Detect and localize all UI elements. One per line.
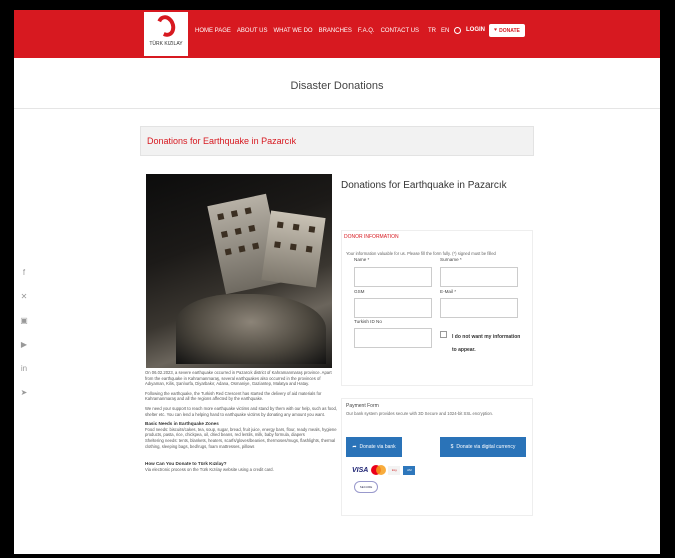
- payment-note: Our bank system provides secure with 3D …: [346, 411, 493, 416]
- donor-note: Your information valuable for us. Please…: [346, 251, 496, 256]
- mastercard-icon: [371, 465, 387, 475]
- donate-button[interactable]: ♥ DONATE: [489, 24, 525, 37]
- share-icon: ➦: [352, 444, 357, 450]
- nav-home[interactable]: HOME PAGE: [195, 28, 231, 34]
- needs-food: Food needs: biscuits/cakes, tea, soup, s…: [145, 426, 337, 438]
- dollar-icon: $: [450, 444, 454, 450]
- nav-about[interactable]: ABOUT US: [237, 28, 268, 34]
- secure-badge: SECURE: [354, 481, 378, 493]
- site-header: TÜRK KIZILAY HOME PAGE ABOUT US WHAT WE …: [14, 10, 660, 58]
- name-input[interactable]: [354, 267, 432, 287]
- crescent-icon: [153, 12, 179, 40]
- instagram-icon[interactable]: ▣: [20, 316, 28, 326]
- article-body: On 06.02.2023, a severe earthquake occur…: [145, 370, 337, 476]
- tc-input[interactable]: [354, 328, 432, 348]
- nav-contact[interactable]: CONTACT US: [381, 28, 419, 34]
- donate-bank-button[interactable]: ➦ Donate via bank: [346, 437, 402, 457]
- main-nav: HOME PAGE ABOUT US WHAT WE DO BRANCHES F…: [195, 28, 419, 34]
- browser-page: TÜRK KIZILAY HOME PAGE ABOUT US WHAT WE …: [14, 10, 660, 554]
- lang-tr[interactable]: TR: [428, 28, 436, 34]
- linkedin-icon[interactable]: in: [20, 364, 28, 374]
- amex-icon: AM: [403, 465, 416, 475]
- email-input[interactable]: [440, 298, 518, 318]
- section-title: Donations for Earthquake in Pazarcık: [147, 136, 297, 146]
- kizilay-logo[interactable]: TÜRK KIZILAY: [144, 12, 188, 56]
- article-paragraph: We need your support to reach more earth…: [145, 405, 337, 417]
- payment-heading: Payment Form: [346, 403, 379, 409]
- anonymous-label: I do not want my information to appear.: [452, 334, 521, 353]
- logo-text: TÜRK KIZILAY: [149, 41, 183, 47]
- gsm-input[interactable]: [354, 298, 432, 318]
- page-title: Disaster Donations: [290, 80, 384, 92]
- visa-logo: VISA: [352, 466, 369, 474]
- form-title: Donations for Earthquake in Pazarcık: [341, 180, 507, 191]
- divider: [14, 108, 660, 109]
- donate-crypto-button[interactable]: $ Donate via digital currency: [440, 437, 526, 457]
- earthquake-photo: [146, 174, 332, 368]
- article-paragraph: Following the earthquake, the Turkish Re…: [145, 390, 322, 402]
- email-label: E-Mail *: [440, 289, 457, 294]
- donate-label: DONATE: [499, 27, 520, 34]
- donor-heading: DONOR INFORMATION: [344, 234, 399, 240]
- card-logos: VISA troy AM: [352, 465, 416, 475]
- facebook-icon[interactable]: f: [20, 268, 28, 278]
- name-label: Name *: [354, 257, 370, 262]
- header-tools: TR EN: [428, 27, 462, 34]
- lang-en[interactable]: EN: [441, 28, 449, 34]
- gsm-label: GSM: [354, 289, 365, 294]
- surname-label: Surname *: [440, 257, 462, 262]
- nav-branches[interactable]: BRANCHES: [319, 28, 352, 34]
- telegram-icon[interactable]: ➤: [20, 388, 28, 398]
- search-icon[interactable]: [454, 27, 462, 34]
- surname-input[interactable]: [440, 267, 518, 287]
- nav-faq[interactable]: F.A.Q.: [358, 28, 375, 34]
- heart-icon: ♥: [494, 27, 498, 33]
- troy-icon: troy: [388, 465, 401, 475]
- tc-label: Turkish ID No: [354, 319, 382, 324]
- payment-form: Payment Form Our bank system provides se…: [341, 398, 533, 516]
- anonymous-checkbox[interactable]: [440, 331, 447, 338]
- needs-shelter: Sheltering needs: tents, blankets, heate…: [145, 437, 336, 449]
- article-paragraph: On 06.02.2023, a severe earthquake occur…: [145, 370, 332, 387]
- youtube-icon[interactable]: ▶: [20, 340, 28, 350]
- nav-what-we-do[interactable]: WHAT WE DO: [273, 28, 312, 34]
- twitter-icon[interactable]: ✕: [20, 292, 28, 302]
- login-link[interactable]: LOGIN: [466, 27, 485, 33]
- section-header: Donations for Earthquake in Pazarcık: [140, 126, 534, 156]
- how-text: Via electronic process on the Türk Kızıl…: [145, 466, 274, 472]
